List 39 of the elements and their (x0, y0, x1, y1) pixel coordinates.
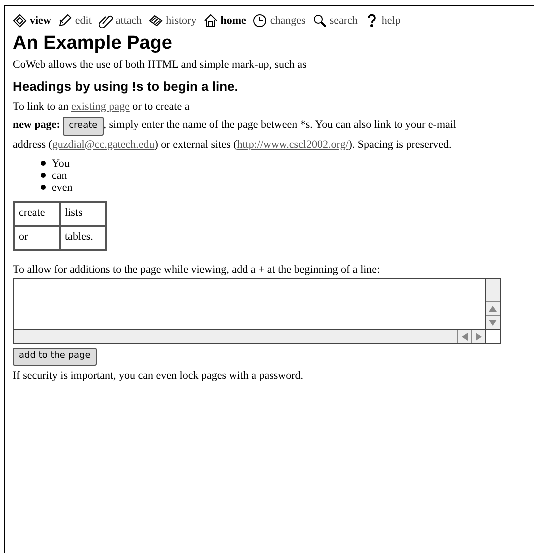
scroll-up-icon[interactable] (486, 301, 500, 315)
create-button[interactable]: create (63, 116, 104, 136)
toolbar-link[interactable]: help (364, 13, 401, 30)
table-cell: lists (60, 202, 106, 226)
bullet-icon (41, 173, 46, 178)
intro-text: CoWeb allows the use of both HTML and simple mark-up, such as (13, 58, 308, 72)
stack-icon (149, 14, 164, 28)
search-icon (312, 14, 327, 28)
table-cell: tables. (60, 226, 106, 250)
bullet-icon (41, 161, 46, 166)
diamond-icon (13, 14, 27, 28)
instruction-text: To allow for additions to the page while viewing, add a + at the beginning of a line: (13, 262, 382, 278)
bullet-icon (41, 185, 46, 190)
toolbar-link[interactable]: edit (58, 13, 92, 30)
footer-text: If security is important, you can even lock pages with a password. (13, 368, 305, 384)
toolbar-link[interactable]: home (204, 13, 246, 30)
toolbar-link[interactable]: history (149, 13, 197, 30)
section-heading: Headings by using !s to begin a line. (13, 78, 240, 96)
page-title: An Example Page (13, 32, 174, 54)
list-item: even (52, 182, 73, 194)
paperclip-icon (98, 14, 113, 28)
table-cell: or (14, 226, 60, 250)
pen-icon (58, 14, 72, 28)
toolbar-link[interactable]: view (13, 13, 52, 30)
list-item: can (52, 170, 68, 182)
text-area[interactable] (13, 278, 501, 344)
house-icon (204, 14, 218, 28)
toolbar-link[interactable]: changes (253, 13, 306, 30)
link[interactable]: guzdial@cc.gatech.edu (52, 138, 155, 150)
list-item: You (52, 158, 70, 170)
scroll-left-icon[interactable] (457, 330, 471, 343)
link[interactable]: http://www.cscl2002.org/ (237, 138, 349, 150)
table-cell: create (14, 202, 60, 226)
toolbar-link[interactable]: attach (98, 13, 142, 30)
link[interactable]: existing page (72, 100, 130, 112)
paragraph: To link to an existing page or to create a new page: create , simply enter the name of the page between *s. You can also link to your e-mail address (guzdial@cc.gatech.edu) or external sites (http://www.cscl2002.org/). Spacing is preserved. (13, 100, 458, 152)
toolbar-link[interactable]: search (312, 13, 358, 30)
clock-icon (253, 14, 268, 28)
add-button[interactable]: add to the page (13, 348, 97, 366)
